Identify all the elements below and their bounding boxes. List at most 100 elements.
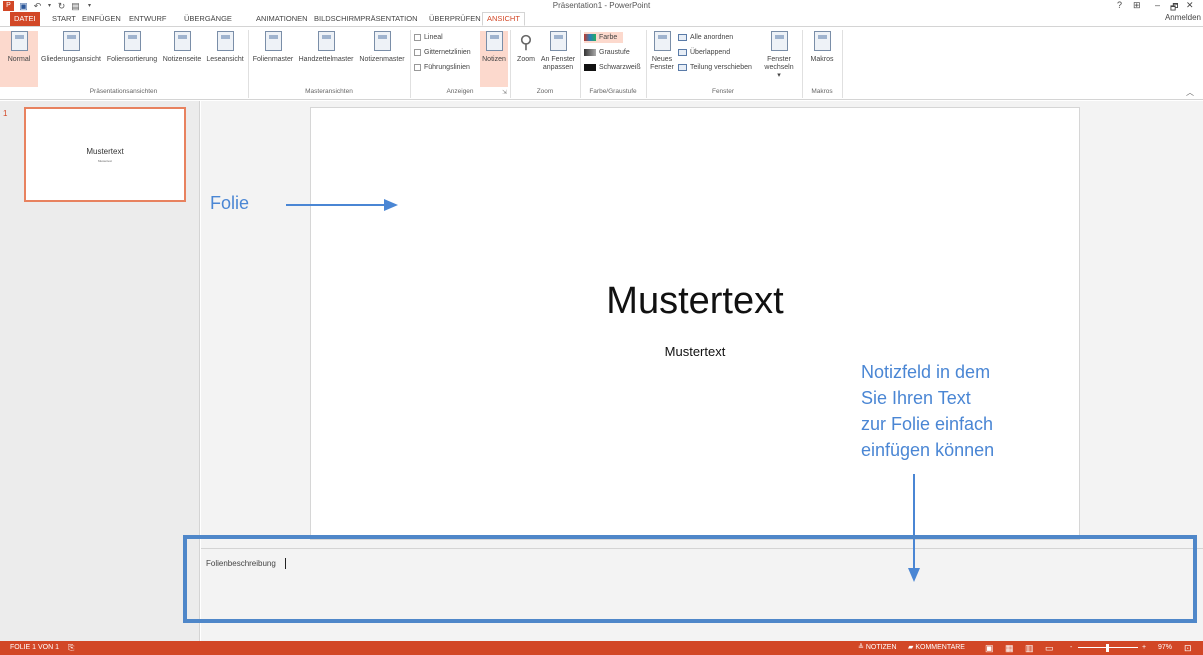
outline-view-icon bbox=[62, 31, 80, 51]
slideshow-status-icon[interactable]: ▭ bbox=[1045, 641, 1054, 655]
new-window-button[interactable]: Neues Fenster bbox=[648, 31, 676, 87]
group-label-color: Farbe/Graustufe bbox=[589, 88, 637, 95]
ribbon: Normal Gliederungsansicht Foliensortieru… bbox=[0, 26, 1203, 100]
title-bar: P ▣ ↶ ▾ ↻ ▤ ▾ Präsentation1 - PowerPoint… bbox=[0, 0, 1203, 12]
reading-view-status-icon[interactable]: ▥ bbox=[1025, 641, 1034, 655]
slide-master-label: Folienmaster bbox=[252, 56, 294, 63]
arrange-all-icon bbox=[678, 33, 687, 41]
slide-subtitle[interactable]: Mustertext bbox=[311, 344, 1079, 359]
collapse-ribbon-icon[interactable]: ︿ bbox=[1186, 87, 1194, 98]
group-separator bbox=[248, 30, 249, 98]
ribbon-tabs: DATEI START EINFÜGEN ENTWURF ÜBERGÄNGE A… bbox=[0, 12, 1203, 26]
fit-to-window-button[interactable]: An Fenster anpassen bbox=[540, 31, 576, 87]
ruler-checkbox[interactable]: Lineal bbox=[414, 32, 443, 43]
tab-insert[interactable]: EINFÜGEN bbox=[78, 12, 125, 26]
grayscale-button[interactable]: Graustufe bbox=[584, 47, 630, 58]
dialog-launcher-icon[interactable]: ⇲ bbox=[502, 89, 507, 96]
annotation-notes-highlight bbox=[183, 535, 1197, 623]
guides-checkbox[interactable]: Führungslinien bbox=[414, 62, 470, 73]
notes-page-label: Notizenseite bbox=[162, 56, 202, 63]
outline-view-label: Gliederungsansicht bbox=[41, 56, 101, 63]
zoom-slider-thumb[interactable] bbox=[1106, 644, 1109, 652]
ribbon-display-options-icon[interactable]: ⊞ bbox=[1133, 0, 1141, 11]
notes-status-button[interactable]: ≜ NOTIZEN bbox=[858, 641, 897, 655]
notes-master-button[interactable]: Notizenmaster bbox=[356, 31, 408, 87]
color-button[interactable]: Farbe bbox=[584, 32, 624, 43]
zoom-level[interactable]: 97% bbox=[1158, 641, 1172, 655]
notes-toggle-button[interactable]: Notizen bbox=[480, 31, 508, 87]
annotation-notes-line: Notizfeld in dem bbox=[861, 362, 991, 382]
annotation-arrow-right bbox=[286, 199, 398, 211]
slide-sorter-icon bbox=[123, 31, 141, 51]
switch-windows-button[interactable]: Fenster wechseln ▾ bbox=[762, 31, 796, 87]
group-label-presentation-views: Präsentationsansichten bbox=[89, 88, 158, 95]
tab-file[interactable]: DATEI bbox=[10, 12, 40, 26]
handout-master-button[interactable]: Handzettelmaster bbox=[297, 31, 355, 87]
comments-status-button[interactable]: ▰ KOMMENTARE bbox=[908, 641, 965, 655]
cascade-icon bbox=[678, 48, 687, 56]
reading-view-button[interactable]: Leseansicht bbox=[204, 31, 246, 87]
new-window-label: Neues bbox=[651, 56, 673, 63]
tab-review[interactable]: ÜBERPRÜFEN bbox=[425, 12, 485, 26]
zoom-button[interactable]: ⚲ Zoom bbox=[512, 31, 540, 87]
gridlines-label: Gitternetzlinien bbox=[424, 49, 471, 56]
slide-canvas[interactable]: Mustertext Mustertext bbox=[310, 107, 1080, 540]
group-separator bbox=[410, 30, 411, 98]
thumbnail-title: Mustertext bbox=[86, 147, 124, 156]
fit-slide-icon[interactable]: ⊡ bbox=[1184, 641, 1192, 655]
fit-to-window-icon bbox=[549, 31, 567, 51]
tab-transitions[interactable]: ÜBERGÄNGE bbox=[180, 12, 236, 26]
macros-button[interactable]: Makros bbox=[806, 31, 838, 87]
checkbox-icon bbox=[414, 48, 421, 56]
gridlines-checkbox[interactable]: Gitternetzlinien bbox=[414, 47, 471, 58]
grayscale-icon bbox=[584, 48, 596, 56]
tab-design[interactable]: ENTWURF bbox=[125, 12, 171, 26]
slide-sorter-status-icon[interactable]: ▦ bbox=[1005, 641, 1014, 655]
group-separator bbox=[842, 30, 843, 98]
slide-master-button[interactable]: Folienmaster bbox=[250, 31, 296, 87]
slide-sorter-button[interactable]: Foliensortierung bbox=[104, 31, 160, 87]
arrange-all-button[interactable]: Alle anordnen bbox=[678, 32, 733, 43]
zoom-label: Zoom bbox=[517, 56, 535, 63]
new-window-label-2: Fenster bbox=[650, 64, 674, 71]
slide-master-icon bbox=[264, 31, 282, 51]
slide-title[interactable]: Mustertext bbox=[311, 280, 1079, 323]
zoom-out-button[interactable]: - bbox=[1070, 641, 1072, 655]
annotation-notes-line: Sie Ihren Text bbox=[861, 388, 971, 408]
tab-animations[interactable]: ANIMATIONEN bbox=[252, 12, 312, 26]
group-label-window: Fenster bbox=[711, 88, 735, 95]
tab-slideshow[interactable]: BILDSCHIRMPRÄSENTATION bbox=[310, 12, 421, 26]
normal-view-button[interactable]: Normal bbox=[0, 31, 38, 87]
slide-sorter-label: Foliensortierung bbox=[106, 56, 158, 63]
color-label: Farbe bbox=[599, 34, 618, 41]
annotation-notes-label: Notizfeld in dem Sie Ihren Text zur Foli… bbox=[861, 359, 994, 463]
ruler-label: Lineal bbox=[424, 34, 443, 41]
tab-view[interactable]: ANSICHT bbox=[482, 12, 525, 26]
notes-page-icon bbox=[173, 31, 191, 51]
magnifier-icon: ⚲ bbox=[519, 32, 533, 52]
black-white-button[interactable]: Schwarzweiß bbox=[584, 62, 641, 73]
grayscale-label: Graustufe bbox=[599, 49, 630, 56]
group-separator bbox=[646, 30, 647, 98]
minimize-icon[interactable]: – bbox=[1155, 0, 1160, 10]
tab-start[interactable]: START bbox=[48, 12, 80, 26]
normal-view-status-icon[interactable]: ▣ bbox=[985, 641, 994, 655]
move-split-button[interactable]: Teilung verschieben bbox=[678, 62, 752, 73]
outline-view-button[interactable]: Gliederungsansicht bbox=[39, 31, 103, 87]
fit-to-window-label-2: anpassen bbox=[542, 64, 574, 71]
comments-status-label: KOMMENTARE bbox=[915, 644, 965, 651]
notes-icon bbox=[485, 31, 503, 51]
spell-check-icon[interactable]: ⎘ bbox=[68, 641, 74, 655]
zoom-in-button[interactable]: + bbox=[1142, 641, 1146, 655]
move-split-icon bbox=[678, 63, 687, 71]
slide-number: 1 bbox=[3, 109, 8, 118]
slide-thumbnail[interactable]: Mustertext Mustertext bbox=[24, 107, 186, 202]
checkbox-icon bbox=[414, 33, 421, 41]
close-icon[interactable]: ✕ bbox=[1186, 0, 1194, 11]
help-icon[interactable]: ? bbox=[1117, 0, 1122, 10]
cascade-button[interactable]: Überlappend bbox=[678, 47, 730, 58]
reading-view-label: Leseansicht bbox=[206, 56, 244, 63]
group-label-macros: Makros bbox=[811, 88, 833, 95]
notes-status-icon: ≜ bbox=[858, 644, 866, 651]
notes-page-button[interactable]: Notizenseite bbox=[161, 31, 203, 87]
